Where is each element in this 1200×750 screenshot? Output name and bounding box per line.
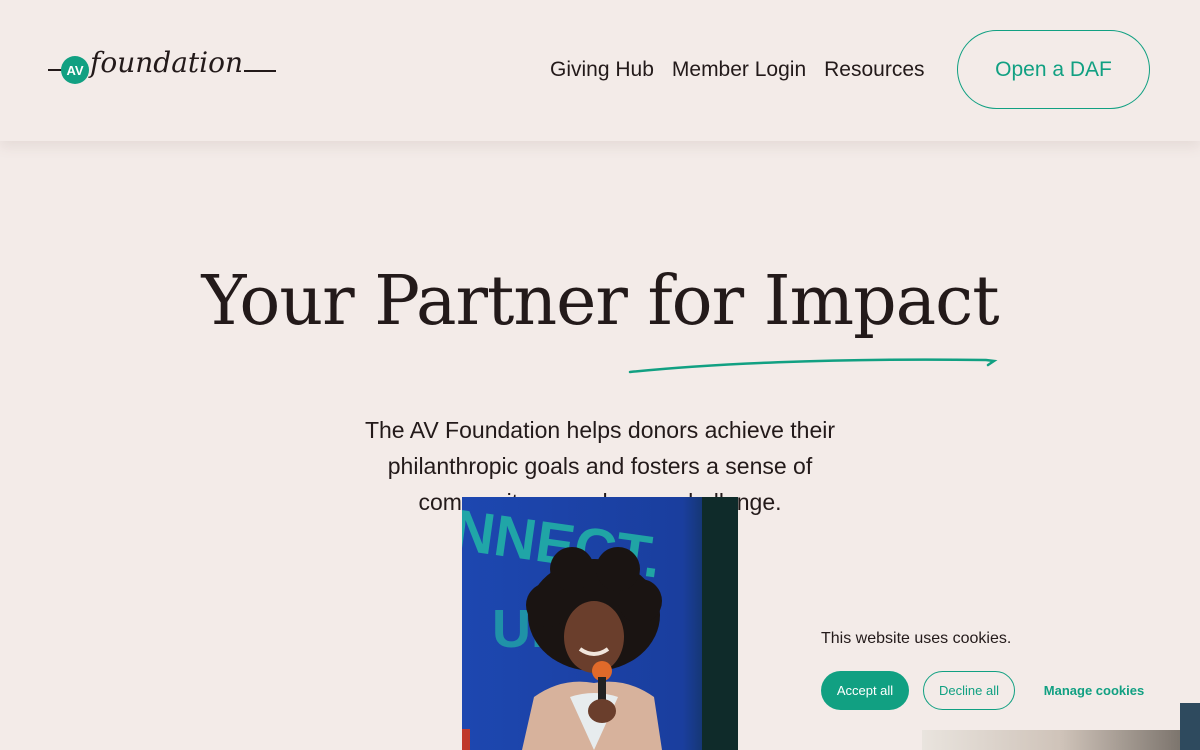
- nav-resources[interactable]: Resources: [824, 58, 924, 82]
- secondary-photo: [922, 730, 1200, 750]
- site-header: AV foundation Giving Hub Member Login Re…: [0, 0, 1200, 141]
- cookie-banner: This website uses cookies. Accept all De…: [800, 612, 1180, 730]
- page: AV foundation Giving Hub Member Login Re…: [0, 0, 1200, 750]
- svg-text:AV: AV: [66, 63, 83, 78]
- nav-giving-hub[interactable]: Giving Hub: [550, 58, 654, 82]
- logo[interactable]: AV foundation: [48, 40, 278, 96]
- accept-all-cookies-button[interactable]: Accept all: [821, 671, 909, 710]
- speaker-photo-illustration: NNECT. UI: [462, 497, 738, 750]
- open-daf-button[interactable]: Open a DAF: [957, 30, 1150, 109]
- decline-all-cookies-button[interactable]: Decline all: [923, 671, 1015, 710]
- speaker-photo: NNECT. UI: [462, 497, 738, 750]
- main-nav: Giving Hub Member Login Resources: [550, 58, 925, 82]
- title-underline-decoration: [628, 358, 998, 374]
- manage-cookies-button[interactable]: Manage cookies: [1030, 671, 1158, 710]
- nav-member-login[interactable]: Member Login: [672, 58, 806, 82]
- cookie-message: This website uses cookies.: [821, 630, 1012, 647]
- logo-wordmark: foundation: [90, 46, 244, 79]
- hero-title: Your Partner for Impact: [201, 262, 999, 341]
- tertiary-photo: [1180, 703, 1200, 750]
